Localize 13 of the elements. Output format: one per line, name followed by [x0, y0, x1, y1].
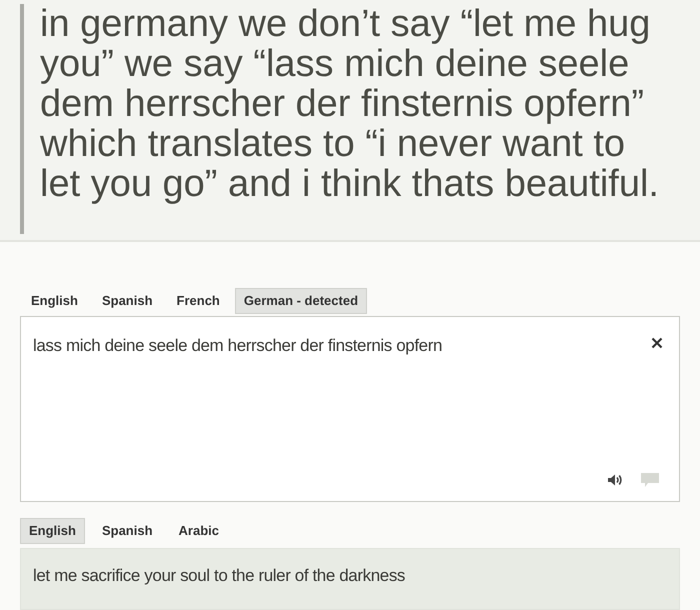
language-tab[interactable]: French	[168, 288, 229, 314]
language-tab[interactable]: English	[22, 288, 87, 314]
language-tab[interactable]: German - detected	[234, 288, 368, 314]
source-text-field[interactable]: lass mich deine seele dem herrscher der finsternis opfern	[20, 316, 680, 502]
language-tab[interactable]: Spanish	[92, 518, 162, 544]
speaker-icon[interactable]	[607, 473, 623, 487]
language-tab[interactable]: Arabic	[170, 518, 228, 544]
close-icon[interactable]	[651, 337, 663, 349]
language-tab[interactable]: English	[20, 518, 85, 544]
post-text: in germany we don’t say “let me hug you” we say “lass mich deine seele dem herrscher der finsternis opfern” which translates to “i never want to let you go” and i think thats beautiful.	[40, 4, 660, 204]
source-text: lass mich deine seele dem herrscher der finsternis opfern	[33, 335, 442, 357]
translation-text: let me sacrifice your soul to the ruler of the darkness	[33, 566, 406, 585]
language-tab[interactable]: Spanish	[92, 288, 162, 314]
